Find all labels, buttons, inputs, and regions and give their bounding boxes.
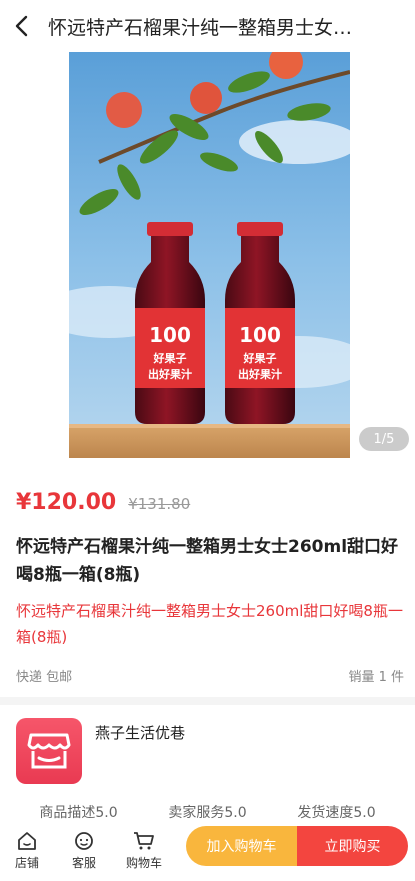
store-ratings: 商品描述5.0 卖家服务5.0 发货速度5.0 [0,802,415,822]
price-row: ¥120.00 ¥131.80 [16,490,190,515]
store-nav-button[interactable]: 店铺 [0,831,54,871]
image-counter-badge: 1/5 [359,427,409,451]
customer-service-label: 客服 [71,855,96,870]
product-name: 怀远特产石榴果汁纯一整箱男士女士260ml甜口好喝8瓶一箱(8瓶) [16,537,399,585]
bottle-badge-2: 100 [239,323,281,347]
bottle-label-line2-2: 出好果汁 [238,367,282,381]
shipping-info: 快递 包邮 [16,670,73,685]
sales-count: 销量 1 件 [348,670,404,685]
bottle-label-line2: 出好果汁 [148,367,192,381]
product-photo: 100 好果子 出好果汁 100 好果子 出好果汁 [69,52,350,470]
home-icon [18,831,36,850]
rating-shipping: 发货速度5.0 [297,805,376,821]
product-image-carousel[interactable]: 100 好果子 出好果汁 100 好果子 出好果汁 1/5 [0,52,415,472]
store-nav-label: 店铺 [14,855,39,870]
bottle-badge: 100 [149,323,191,347]
section-divider [0,697,415,705]
add-to-cart-button[interactable]: 加入购物车 [186,826,297,866]
cart-nav-button[interactable]: 购物车 [114,831,174,871]
top-nav-bar: 怀远特产石榴果汁纯一整箱男士女士260ml甜口好喝8瓶一箱(8瓶) [0,0,415,52]
chat-bubble-icon [75,831,93,850]
bottle-label-line1: 好果子 [153,351,187,365]
storefront-icon [27,733,71,769]
product-subtitle: 怀远特产石榴果汁纯一整箱男士女士260ml甜口好喝8瓶一箱(8瓶) [16,602,403,646]
page-title: 怀远特产石榴果汁纯一整箱男士女士260ml甜口好喝8瓶一箱(8瓶) [48,16,368,39]
store-name[interactable]: 燕子生活优巷 [95,722,185,743]
rating-description: 商品描述5.0 [39,805,118,821]
purchase-buttons: 加入购物车 立即购买 [186,826,408,866]
buy-now-button[interactable]: 立即购买 [297,826,408,866]
bottle-label-line1-2: 好果子 [243,351,277,365]
cart-nav-label: 购物车 [125,855,162,870]
store-logo[interactable] [16,718,82,784]
chevron-left-icon [15,15,28,37]
back-button[interactable] [0,0,44,52]
rating-service: 卖家服务5.0 [168,805,247,821]
shipping-sales-row: 快递 包邮 销量 1 件 [16,666,404,685]
customer-service-button[interactable]: 客服 [57,831,111,871]
bottom-action-bar: 店铺 客服 购物车 加入购物车 立即购买 [0,820,415,881]
current-price: ¥120.00 [16,490,117,515]
original-price: ¥131.80 [128,495,191,513]
shopping-cart-icon [134,831,154,849]
